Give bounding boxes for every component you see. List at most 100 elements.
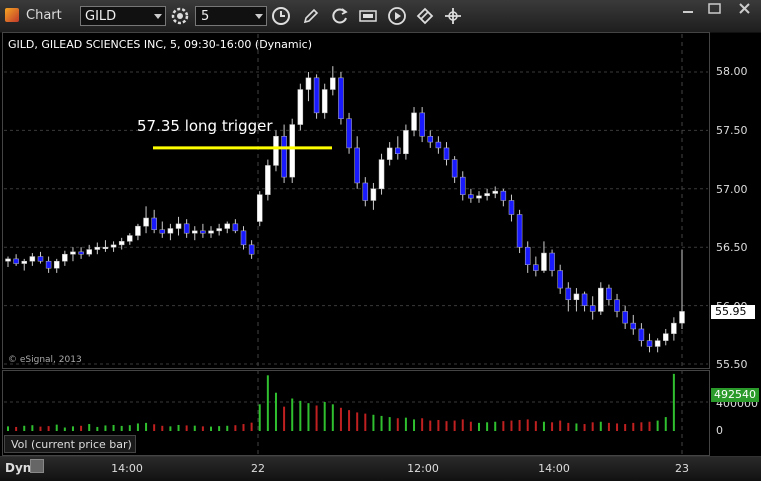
candle-body: [443, 147, 450, 160]
candle-body: [581, 293, 588, 306]
price-tick: 56.50: [716, 241, 748, 254]
candle-body: [614, 299, 620, 312]
candle-body: [630, 322, 637, 330]
candle-body: [102, 246, 109, 249]
candle-body: [200, 230, 206, 234]
candle-body: [37, 256, 44, 262]
candle-body: [589, 305, 596, 312]
candle-body: [354, 147, 360, 184]
candle-body: [62, 253, 68, 262]
candle-body: [256, 194, 263, 222]
candle-body: [5, 258, 11, 262]
candle-body: [500, 190, 507, 201]
candle-body: [143, 217, 149, 227]
candle-body: [370, 188, 377, 201]
time-tick: 12:00: [407, 462, 439, 475]
candle-body: [476, 195, 482, 199]
candle-body: [135, 225, 141, 236]
candle-body: [346, 118, 352, 149]
candle-body: [516, 214, 523, 248]
candle-body: [492, 190, 498, 194]
candle-body: [362, 182, 369, 201]
candle-body: [403, 130, 409, 155]
candle-body: [598, 287, 604, 312]
candle-body: [281, 135, 287, 178]
candle-body: [29, 256, 36, 262]
candle-body: [671, 322, 677, 334]
price-tick: 57.50: [716, 124, 748, 137]
candle-body: [70, 251, 76, 255]
candle-body: [419, 112, 425, 137]
candle-body: [338, 77, 344, 119]
candle-body: [679, 311, 685, 324]
candle-body: [45, 260, 52, 269]
candle-body: [265, 165, 271, 195]
candle-body: [468, 194, 474, 199]
candle-body: [646, 340, 653, 347]
annotation-label: 57.35 long trigger: [137, 117, 273, 135]
chart-header: GILD, GILEAD SCIENCES INC, 5, 09:30-16:0…: [8, 38, 312, 51]
candle-body: [606, 287, 612, 301]
candle-body: [557, 270, 563, 289]
copyright-text: © eSignal, 2013: [8, 355, 82, 365]
candle-body: [21, 260, 27, 264]
candle-body: [289, 124, 295, 178]
candle-body: [240, 230, 247, 246]
volume-axis: [710, 370, 761, 456]
candle-body: [549, 252, 555, 271]
candle-body: [395, 147, 401, 155]
candle-body: [305, 77, 312, 90]
candle-body: [183, 223, 190, 234]
candle-body: [94, 246, 101, 250]
candle-body: [427, 135, 434, 143]
candle-body: [484, 193, 490, 197]
candle-body: [53, 260, 60, 269]
candle-body: [330, 77, 336, 90]
candle-body: [159, 229, 166, 234]
candle-body: [508, 200, 515, 215]
candle-body: [167, 228, 174, 234]
price-tick: 57.00: [716, 183, 748, 196]
candle-body: [451, 159, 458, 178]
candle-body: [541, 252, 547, 271]
candle-body: [459, 176, 466, 195]
candle-body: [378, 159, 385, 190]
time-tick: 14:00: [538, 462, 570, 475]
lock-icon[interactable]: [30, 459, 44, 473]
time-tick: 22: [251, 462, 265, 475]
last-price-tag: 55.95: [711, 305, 755, 319]
candle-body: [86, 249, 92, 255]
candle-body: [435, 141, 442, 149]
candle-body: [622, 311, 628, 324]
time-tick: 14:00: [111, 462, 143, 475]
candle-body: [175, 223, 182, 229]
volume-tick: 0: [716, 424, 723, 437]
candle-body: [232, 223, 239, 232]
candle-body: [565, 287, 572, 301]
candle-body: [411, 112, 417, 131]
candle-body: [638, 328, 645, 341]
candle-body: [216, 228, 222, 232]
candle-body: [127, 235, 133, 242]
candle-body: [78, 251, 84, 255]
candle-body: [321, 89, 328, 114]
candle-body: [663, 333, 669, 341]
candle-body: [524, 246, 531, 265]
candle-body: [224, 223, 231, 229]
candle-body: [118, 241, 125, 246]
price-tick: 58.00: [716, 65, 748, 78]
candle-body: [533, 264, 539, 271]
dyn-mode-label: Dyn: [5, 461, 32, 475]
volume-current-tag: 492540: [711, 388, 759, 402]
candle-body: [151, 217, 157, 230]
candle-body: [248, 244, 255, 255]
candle-body: [386, 147, 393, 160]
candle-body: [654, 340, 661, 347]
candle-body: [573, 293, 580, 301]
candle-body: [110, 244, 117, 248]
volume-label[interactable]: Vol (current price bar): [4, 435, 136, 453]
time-tick: 23: [675, 462, 689, 475]
candle-body: [273, 135, 279, 166]
candle-body: [297, 89, 304, 125]
candle-body: [13, 258, 19, 264]
